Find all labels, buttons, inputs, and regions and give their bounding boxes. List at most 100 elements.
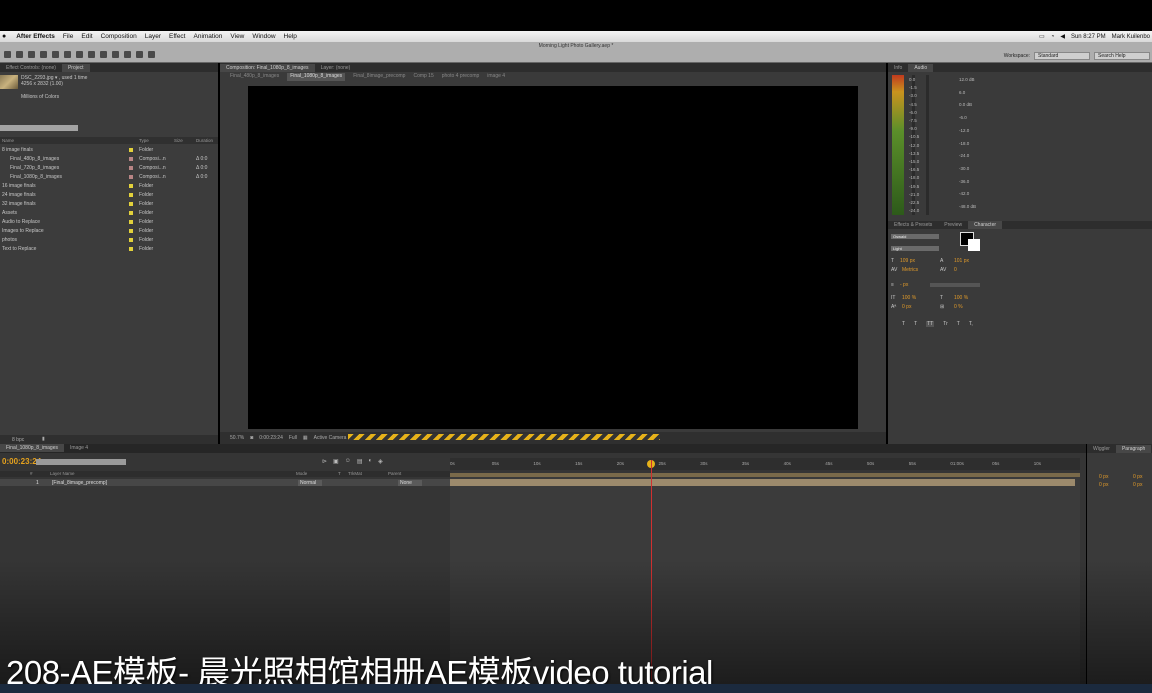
indent-right-value[interactable]: 0 px — [1133, 474, 1142, 480]
puppet-tool-icon[interactable] — [148, 51, 155, 58]
search-help-input[interactable]: Search Help — [1094, 52, 1150, 60]
list-item[interactable]: photos Folder — [0, 236, 210, 245]
list-item[interactable]: 8 image finals Folder — [0, 146, 210, 155]
magnification-select[interactable]: 50.7% — [230, 435, 244, 441]
tab-effect-controls[interactable]: Effect Controls: (none) — [0, 64, 62, 72]
menu-app-name[interactable]: After Effects — [16, 33, 55, 40]
shy-icon[interactable]: ☺ — [345, 458, 351, 465]
comp-subtab[interactable]: image 4 — [487, 73, 505, 81]
tsume-value[interactable]: 0 % — [954, 304, 963, 310]
menu-window[interactable]: Window — [252, 33, 275, 40]
comp-mini-flowchart-icon[interactable]: ⊳ — [322, 458, 327, 465]
camera-tool-icon[interactable] — [52, 51, 59, 58]
pan-behind-tool-icon[interactable] — [64, 51, 71, 58]
bit-depth-button[interactable]: 8 bpc — [12, 437, 24, 443]
pen-tool-icon[interactable] — [88, 51, 95, 58]
tracking-value[interactable]: 0 — [954, 267, 957, 273]
list-item[interactable]: 24 image finals Folder — [0, 191, 210, 200]
all-caps-button[interactable]: TT — [926, 321, 935, 327]
kerning-value[interactable]: Metrics — [902, 267, 918, 273]
brush-tool-icon[interactable] — [112, 51, 119, 58]
col-type[interactable]: Type — [139, 138, 149, 143]
tab-layer[interactable]: Layer: (none) — [315, 64, 357, 72]
display-icon[interactable]: ▭ — [1039, 33, 1045, 40]
col-name[interactable]: Name — [2, 138, 14, 143]
baseline-value[interactable]: 0 px — [902, 304, 911, 310]
tab-effects-presets[interactable]: Effects & Presets — [888, 221, 938, 229]
vertical-scale-value[interactable]: 100 % — [902, 295, 916, 301]
stroke-width-value[interactable]: - px — [900, 282, 908, 288]
comp-subtab[interactable]: photo 4 precomp — [442, 73, 480, 81]
project-search-input[interactable] — [0, 125, 78, 131]
indent-left-value[interactable]: 0 px — [1099, 474, 1108, 480]
tab-preview[interactable]: Preview — [938, 221, 968, 229]
col-duration[interactable]: Duration — [196, 138, 213, 143]
trash-icon[interactable]: ▮ — [42, 436, 45, 442]
font-style-select[interactable]: Light — [891, 246, 939, 251]
clone-tool-icon[interactable] — [124, 51, 131, 58]
audio-slider-track[interactable] — [926, 75, 929, 215]
list-item[interactable]: 16 image finals Folder — [0, 182, 210, 191]
layer-duration-bar[interactable] — [450, 479, 1075, 486]
comp-subtab[interactable]: Final_8image_precomp — [353, 73, 405, 81]
comp-subtab[interactable]: Comp 15 — [413, 73, 433, 81]
menu-file[interactable]: File — [63, 33, 73, 40]
apple-icon[interactable]: ● — [2, 33, 6, 40]
col-parent[interactable]: Parent — [388, 471, 401, 476]
leading-value[interactable]: 101 px — [954, 258, 969, 264]
subscript-button[interactable]: T, — [969, 321, 973, 327]
tab-timeline-image4[interactable]: Image 4 — [64, 444, 94, 452]
tab-wiggler[interactable]: Wiggler — [1087, 445, 1116, 453]
camera-select[interactable]: Active Camera — [314, 435, 347, 441]
rotate-tool-icon[interactable] — [40, 51, 47, 58]
current-time[interactable]: 0:00:23:24 — [259, 435, 283, 441]
list-item[interactable]: Audio to Replace Folder — [0, 218, 210, 227]
stroke-mode-select[interactable] — [930, 283, 980, 287]
faux-bold-button[interactable]: T — [902, 321, 905, 327]
horizontal-scale-value[interactable]: 100 % — [954, 295, 968, 301]
mask-tool-icon[interactable] — [76, 51, 83, 58]
comp-subtab-active[interactable]: Final_1080p_8_images — [287, 73, 346, 81]
volume-icon[interactable]: ◀ — [1060, 33, 1065, 40]
time-ruler[interactable]: 0s 05s 10s 15s 20s 25s 30s 35s 40s 45s 50s 55s 01:00… — [450, 458, 1080, 470]
tab-audio[interactable]: Audio — [908, 64, 934, 72]
hand-tool-icon[interactable] — [16, 51, 23, 58]
draft-3d-icon[interactable]: ▣ — [333, 458, 339, 465]
timeline-search-input[interactable] — [36, 459, 126, 465]
space-after-value[interactable]: 0 px — [1133, 482, 1142, 488]
menu-animation[interactable]: Animation — [194, 33, 223, 40]
motion-blur-icon[interactable]: ◐ — [369, 458, 373, 465]
col-trkmat[interactable]: TrkMat — [348, 471, 362, 476]
list-item[interactable]: Text to Replace Folder — [0, 245, 210, 254]
frame-blending-icon[interactable]: ▤ — [357, 458, 363, 465]
faux-italic-button[interactable]: T — [914, 321, 917, 327]
space-before-value[interactable]: 0 px — [1099, 482, 1108, 488]
col-size[interactable]: Size — [174, 138, 183, 143]
tab-character[interactable]: Character — [968, 221, 1003, 229]
menu-view[interactable]: View — [230, 33, 244, 40]
resolution-select[interactable]: Full — [289, 435, 297, 441]
menu-effect[interactable]: Effect — [169, 33, 186, 40]
list-item[interactable]: Images to Replace Folder — [0, 227, 210, 236]
composition-canvas[interactable] — [248, 86, 858, 429]
menu-layer[interactable]: Layer — [145, 33, 161, 40]
stroke-color-swatch[interactable] — [968, 239, 980, 251]
snapshot-icon[interactable]: ◙ — [250, 435, 253, 441]
col-layer-name[interactable]: Layer Name — [50, 471, 75, 476]
tab-project[interactable]: Project — [61, 64, 90, 72]
wifi-icon[interactable]: ◔ — [1051, 34, 1055, 40]
graph-editor-icon[interactable]: ◈ — [378, 458, 383, 465]
small-caps-button[interactable]: Tr — [943, 321, 948, 327]
superscript-button[interactable]: T — [957, 321, 960, 327]
list-item[interactable]: Final_720p_8_images Composi...n Δ 0:0 — [0, 164, 210, 173]
layer-mode-select[interactable]: Normal — [298, 480, 323, 486]
tab-timeline-comp[interactable]: Final_1080p_8_images — [0, 444, 64, 452]
col-mode[interactable]: Mode — [296, 471, 307, 476]
menubar-clock[interactable]: Sun 8:27 PM — [1071, 34, 1106, 40]
layer-name[interactable]: [Final_8image_precomp] — [52, 480, 107, 486]
selection-tool-icon[interactable] — [4, 51, 11, 58]
tab-info[interactable]: Info — [888, 64, 908, 72]
layer-parent-select[interactable]: None — [398, 480, 422, 486]
grid-icon[interactable]: ▦ — [303, 435, 308, 441]
font-family-select[interactable]: Oswald — [891, 234, 939, 239]
